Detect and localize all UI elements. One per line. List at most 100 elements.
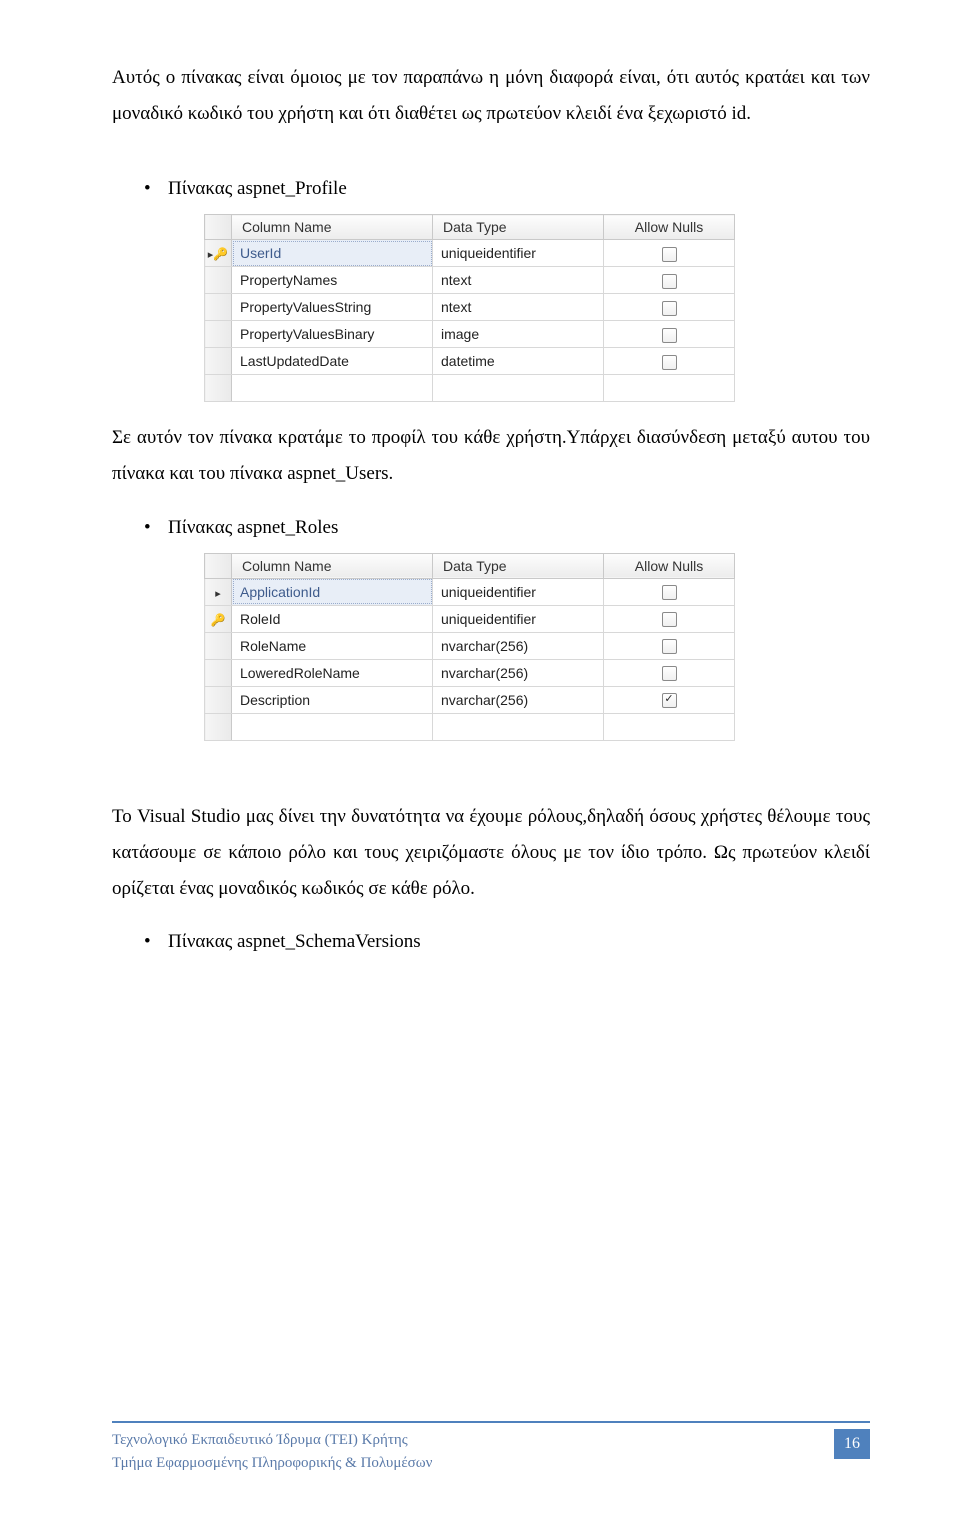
table-row [205, 375, 735, 402]
column-name-cell: UserId [232, 240, 433, 267]
data-type-cell: nvarchar(256) [433, 632, 604, 659]
table-row: 🔑 RoleIduniqueidentifier [205, 605, 735, 632]
row-indicator-icon: ▸ [215, 588, 221, 600]
paragraph-1: Αυτός ο πίνακας είναι όμοιος με τον παρα… [112, 60, 870, 132]
col-header-type: Data Type [433, 553, 604, 578]
table-profile: Column Name Data Type Allow Nulls ▸🔑User… [204, 214, 870, 402]
bullet-profile: • Πίνακας aspnet_Profile [144, 172, 870, 206]
column-name-cell: ApplicationId [232, 578, 433, 605]
gutter-cell [205, 348, 232, 375]
data-type-cell: nvarchar(256) [433, 686, 604, 713]
col-header-type: Data Type [433, 215, 604, 240]
bullet-label: Πίνακας aspnet_Profile [168, 172, 347, 206]
col-header-name: Column Name [232, 553, 433, 578]
bullet-label: Πίνακας aspnet_SchemaVersions [168, 925, 421, 959]
bullet-icon: • [144, 925, 168, 959]
gutter-cell [205, 686, 232, 713]
allow-nulls-cell [604, 348, 735, 375]
checkbox-icon [662, 301, 677, 316]
data-type-cell: ntext [433, 267, 604, 294]
bullet-label: Πίνακας aspnet_Roles [168, 511, 338, 545]
table-row: PropertyValuesBinaryimage [205, 321, 735, 348]
column-name-cell: LoweredRoleName [232, 659, 433, 686]
paragraph-3: Το Visual Studio μας δίνει την δυνατότητ… [112, 799, 870, 907]
data-type-cell: ntext [433, 294, 604, 321]
allow-nulls-cell [604, 713, 735, 740]
gutter-cell [205, 659, 232, 686]
allow-nulls-cell [604, 578, 735, 605]
table-row: LoweredRoleNamenvarchar(256) [205, 659, 735, 686]
allow-nulls-cell [604, 659, 735, 686]
table-row [205, 713, 735, 740]
column-name-cell: PropertyValuesString [232, 294, 433, 321]
footer-line-1: Τεχνολογικό Εκπαιδευτικό Ίδρυμα (ΤΕΙ) Κρ… [112, 1429, 432, 1452]
table-row: ▸ ApplicationIduniqueidentifier [205, 578, 735, 605]
paragraph-2: Σε αυτόν τον πίνακα κρατάμε το προφίλ το… [112, 420, 870, 492]
data-type-cell: uniqueidentifier [433, 578, 604, 605]
page-number: 16 [834, 1429, 870, 1459]
allow-nulls-cell [604, 267, 735, 294]
allow-nulls-cell [604, 294, 735, 321]
checkbox-icon [662, 328, 677, 343]
allow-nulls-cell [604, 375, 735, 402]
gutter-cell [205, 375, 232, 402]
checkbox-icon [662, 612, 677, 627]
allow-nulls-cell [604, 605, 735, 632]
table-row: Descriptionnvarchar(256) ✓ [205, 686, 735, 713]
checkbox-icon: ✓ [662, 693, 677, 708]
gutter-cell [205, 632, 232, 659]
gutter-cell [205, 267, 232, 294]
col-header-null: Allow Nulls [604, 215, 735, 240]
column-name-cell: Description [232, 686, 433, 713]
data-type-cell: image [433, 321, 604, 348]
table-row: RoleNamenvarchar(256) [205, 632, 735, 659]
footer-line-2: Τμήμα Εφαρμοσμένης Πληροφορικής & Πολυμέ… [112, 1452, 432, 1475]
gutter-cell [205, 713, 232, 740]
col-header-name: Column Name [232, 215, 433, 240]
allow-nulls-cell: ✓ [604, 686, 735, 713]
gutter-cell: ▸🔑 [205, 240, 232, 267]
data-type-cell [433, 713, 604, 740]
allow-nulls-cell [604, 240, 735, 267]
table-row: PropertyValuesStringntext [205, 294, 735, 321]
checkbox-icon [662, 666, 677, 681]
gutter-header [205, 553, 232, 578]
table-row: ▸🔑UserIduniqueidentifier [205, 240, 735, 267]
column-name-cell: PropertyValuesBinary [232, 321, 433, 348]
gutter-cell: ▸ [205, 578, 232, 605]
table-row: PropertyNamesntext [205, 267, 735, 294]
checkbox-icon [662, 247, 677, 262]
gutter-cell [205, 294, 232, 321]
data-type-cell: nvarchar(256) [433, 659, 604, 686]
primary-key-icon: 🔑 [211, 613, 226, 627]
checkbox-icon [662, 585, 677, 600]
primary-key-icon: 🔑 [213, 247, 228, 261]
table-roles: Column Name Data Type Allow Nulls ▸ Appli… [204, 553, 870, 741]
table-row: LastUpdatedDatedatetime [205, 348, 735, 375]
checkbox-icon [662, 639, 677, 654]
bullet-icon: • [144, 172, 168, 206]
column-name-cell: RoleId [232, 605, 433, 632]
checkbox-icon [662, 274, 677, 289]
bullet-roles: • Πίνακας aspnet_Roles [144, 511, 870, 545]
checkbox-icon [662, 355, 677, 370]
column-name-cell: LastUpdatedDate [232, 348, 433, 375]
column-name-cell: PropertyNames [232, 267, 433, 294]
column-name-cell [232, 375, 433, 402]
gutter-cell [205, 321, 232, 348]
allow-nulls-cell [604, 632, 735, 659]
gutter-cell: 🔑 [205, 605, 232, 632]
page-footer: Τεχνολογικό Εκπαιδευτικό Ίδρυμα (ΤΕΙ) Κρ… [112, 1421, 870, 1474]
bullet-icon: • [144, 511, 168, 545]
col-header-null: Allow Nulls [604, 553, 735, 578]
data-type-cell: datetime [433, 348, 604, 375]
column-name-cell: RoleName [232, 632, 433, 659]
gutter-header [205, 215, 232, 240]
data-type-cell [433, 375, 604, 402]
footer-divider [112, 1421, 870, 1423]
data-type-cell: uniqueidentifier [433, 605, 604, 632]
column-name-cell [232, 713, 433, 740]
allow-nulls-cell [604, 321, 735, 348]
data-type-cell: uniqueidentifier [433, 240, 604, 267]
bullet-schema: • Πίνακας aspnet_SchemaVersions [144, 925, 870, 959]
